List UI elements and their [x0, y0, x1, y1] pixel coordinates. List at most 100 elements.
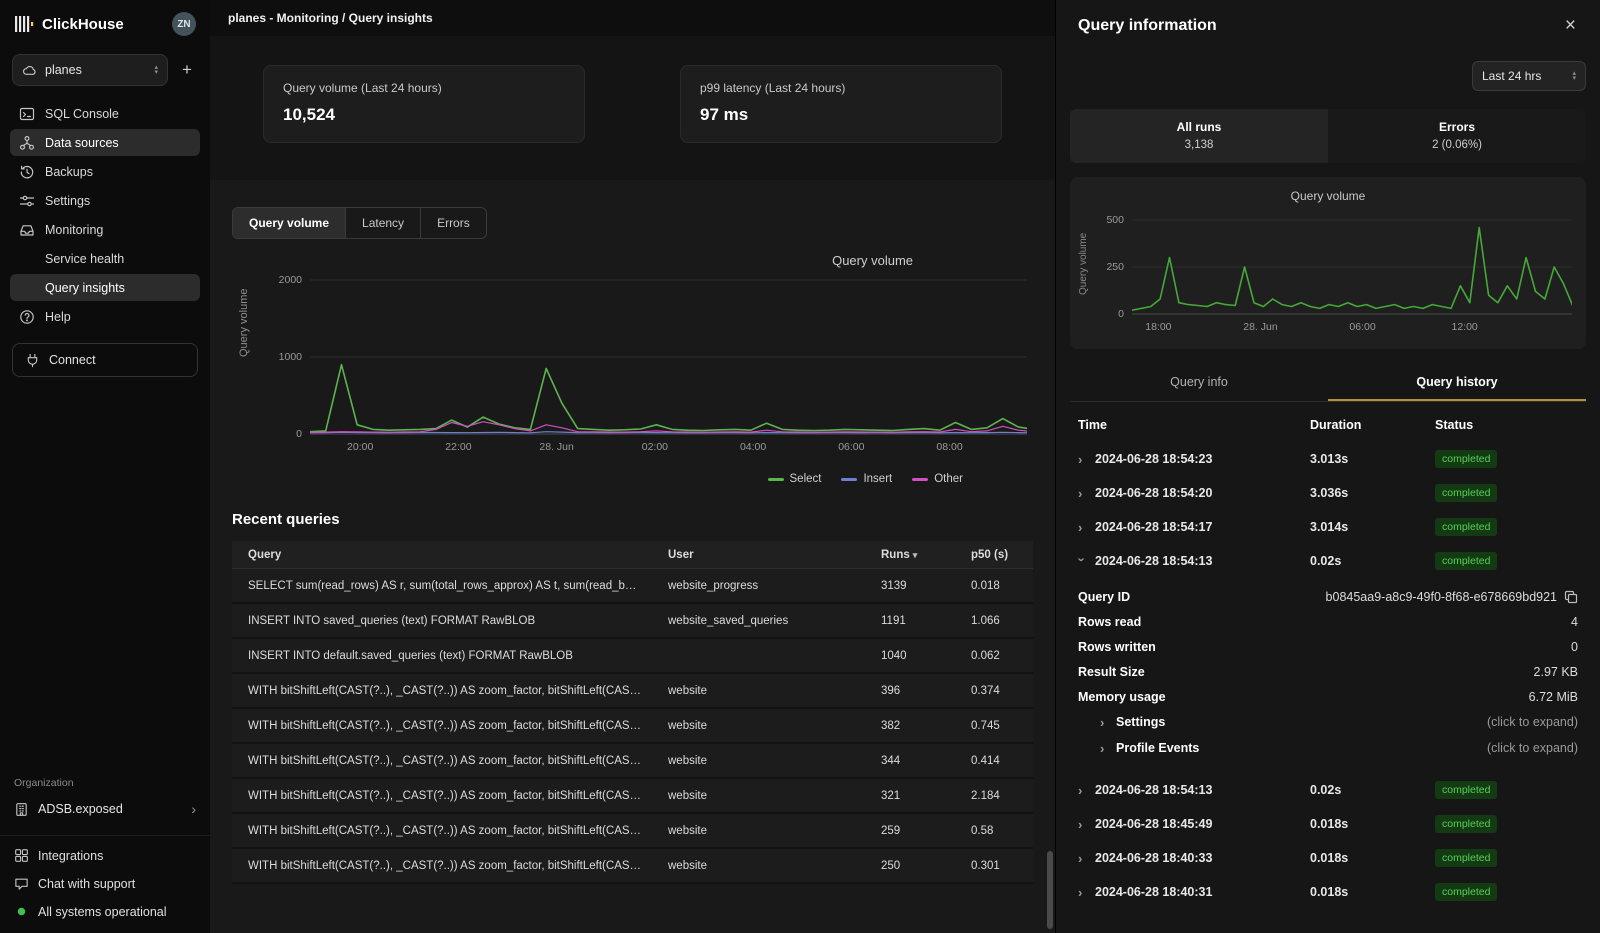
- history-header-row: Time Duration Status: [1070, 406, 1586, 442]
- nav-item-label: Query insights: [45, 281, 125, 295]
- nav-item-label: SQL Console: [45, 107, 119, 121]
- query-cell: WITH bitShiftLeft(CAST(?..), _CAST(?..))…: [232, 790, 652, 802]
- recent-query-row[interactable]: INSERT INTO saved_queries (text) FORMAT …: [232, 604, 1033, 639]
- detail-row-profile-events[interactable]: ›Profile Events (click to expand): [1078, 735, 1578, 761]
- query-cell: WITH bitShiftLeft(CAST(?..), _CAST(?..))…: [232, 685, 652, 697]
- recent-query-row[interactable]: INSERT INTO default.saved_queries (text)…: [232, 639, 1033, 674]
- main-content: planes - Monitoring / Query insights Que…: [210, 0, 1055, 933]
- organization-section: Organization ADSB.exposed ›: [0, 767, 210, 823]
- query-history-row[interactable]: ›2024-06-28 18:54:13 0.02s completed: [1070, 773, 1586, 807]
- tab-query-volume[interactable]: Query volume: [233, 208, 346, 238]
- scrollbar-thumb[interactable]: [1047, 851, 1053, 929]
- stat-label: Query volume (Last 24 hours): [283, 81, 565, 95]
- sidebar-item-data-sources[interactable]: Data sources: [10, 129, 200, 156]
- service-selector[interactable]: planes ▴▾: [12, 54, 168, 86]
- chevron-right-icon: ›: [1078, 817, 1086, 832]
- runs-cell: 250: [865, 860, 955, 872]
- connect-button[interactable]: Connect: [12, 343, 198, 377]
- sidebar-item-help[interactable]: Help: [10, 303, 200, 330]
- panel-header: Query information ×: [1070, 0, 1586, 43]
- column-p50: p50 (s): [955, 549, 1033, 561]
- nav-item-label: Settings: [45, 194, 90, 208]
- summary-tab-errors[interactable]: Errors 2 (0.06%): [1328, 109, 1586, 163]
- query-cell: WITH bitShiftLeft(CAST(?..), _CAST(?..))…: [232, 755, 652, 767]
- building-icon: [14, 802, 29, 817]
- query-volume-chart: Query volume Query volume 010002000 20:0…: [232, 245, 1033, 487]
- recent-query-row[interactable]: SELECT sum(read_rows) AS r, sum(total_ro…: [232, 569, 1033, 604]
- summary-tab-all-runs[interactable]: All runs 3,138: [1070, 109, 1328, 163]
- legend-swatch: [768, 478, 784, 481]
- chevron-right-icon: ›: [1078, 486, 1086, 501]
- run-time: 2024-06-28 18:40:33: [1095, 851, 1212, 865]
- recent-query-row[interactable]: WITH bitShiftLeft(CAST(?..), _CAST(?..))…: [232, 814, 1033, 849]
- organization-item[interactable]: ADSB.exposed ›: [14, 801, 196, 817]
- recent-query-row[interactable]: WITH bitShiftLeft(CAST(?..), _CAST(?..))…: [232, 849, 1033, 884]
- detail-value: (click to expand): [1487, 715, 1578, 729]
- detail-value: b0845aa9-a8c9-49f0-8f68-e678669bd921: [1326, 590, 1557, 604]
- mini-y-axis-label: Query volume: [1078, 233, 1089, 295]
- stat-value: 97 ms: [700, 105, 982, 125]
- user-cell: website: [652, 790, 865, 802]
- query-history-row[interactable]: ›2024-06-28 18:40:33 0.018s completed: [1070, 841, 1586, 875]
- detail-row-settings[interactable]: ›Settings (click to expand): [1078, 709, 1578, 735]
- tab-errors[interactable]: Errors: [421, 208, 486, 238]
- p50-cell: 1.066: [955, 615, 1033, 627]
- runs-cell: 1191: [865, 615, 955, 627]
- tab-query-history[interactable]: Query history: [1328, 364, 1586, 401]
- column-runs[interactable]: Runs▾: [865, 549, 955, 561]
- sidebar-item-settings[interactable]: Settings: [10, 187, 200, 214]
- query-history-row[interactable]: ›2024-06-28 18:54:23 3.013s completed: [1070, 442, 1586, 476]
- run-duration: 0.02s: [1310, 783, 1435, 797]
- run-time: 2024-06-28 18:54:13: [1095, 783, 1212, 797]
- recent-query-row[interactable]: WITH bitShiftLeft(CAST(?..), _CAST(?..))…: [232, 709, 1033, 744]
- copy-icon[interactable]: [1564, 590, 1578, 604]
- breadcrumb: planes - Monitoring / Query insights: [210, 0, 1055, 36]
- user-cell: website_progress: [652, 580, 865, 592]
- query-history-row[interactable]: ›2024-06-28 18:54:13 0.02s completed: [1070, 544, 1586, 578]
- run-time: 2024-06-28 18:54:13: [1095, 554, 1212, 568]
- recent-query-row[interactable]: WITH bitShiftLeft(CAST(?..), _CAST(?..))…: [232, 779, 1033, 814]
- summary-tabs: All runs 3,138 Errors 2 (0.06%): [1070, 109, 1586, 163]
- detail-value: 4: [1571, 615, 1578, 629]
- sidebar-item-monitoring[interactable]: Monitoring: [10, 216, 200, 243]
- user-cell: website: [652, 755, 865, 767]
- query-history-row[interactable]: ›2024-06-28 18:40:31 0.018s completed: [1070, 875, 1586, 909]
- detail-label: Query ID: [1078, 590, 1130, 604]
- sidebar-item-service-health[interactable]: Service health: [10, 245, 200, 272]
- footer-item-all-systems-operational[interactable]: All systems operational: [14, 904, 196, 919]
- legend-label: Insert: [863, 473, 892, 485]
- tab-latency[interactable]: Latency: [346, 208, 421, 238]
- run-time: 2024-06-28 18:54:17: [1095, 520, 1212, 534]
- user-avatar[interactable]: ZN: [172, 12, 196, 36]
- query-history-row[interactable]: ›2024-06-28 18:54:17 3.014s completed: [1070, 510, 1586, 544]
- chevron-right-icon: ›: [1078, 452, 1086, 467]
- sidebar-item-query-insights[interactable]: Query insights: [10, 274, 200, 301]
- legend-item-select[interactable]: Select: [768, 473, 822, 485]
- chart-title: Query volume: [832, 253, 913, 268]
- query-history-row[interactable]: ›2024-06-28 18:45:49 0.018s completed: [1070, 807, 1586, 841]
- status-badge: completed: [1435, 484, 1497, 502]
- close-icon[interactable]: ×: [1565, 16, 1576, 35]
- runs-cell: 3139: [865, 580, 955, 592]
- sidebar-item-sql-console[interactable]: SQL Console: [10, 100, 200, 127]
- tab-query-info[interactable]: Query info: [1070, 364, 1328, 401]
- sidebar-item-backups[interactable]: Backups: [10, 158, 200, 185]
- query-history-row[interactable]: ›2024-06-28 18:54:20 3.036s completed: [1070, 476, 1586, 510]
- settings-icon: [19, 193, 35, 209]
- stat-card-p99-latency-last-24-hours: p99 latency (Last 24 hours) 97 ms: [680, 65, 1002, 143]
- time-range-select[interactable]: Last 24 hrs ▴▾: [1472, 61, 1586, 91]
- footer-item-label: All systems operational: [38, 905, 167, 919]
- detail-row-query-id: Query ID b0845aa9-a8c9-49f0-8f68-e678669…: [1078, 584, 1578, 609]
- recent-query-row[interactable]: WITH bitShiftLeft(CAST(?..), _CAST(?..))…: [232, 674, 1033, 709]
- summary-tab-value: 3,138: [1070, 139, 1328, 151]
- run-duration: 0.018s: [1310, 851, 1435, 865]
- footer-item-integrations[interactable]: Integrations: [14, 848, 196, 863]
- column-query: Query: [232, 549, 652, 561]
- legend-item-other[interactable]: Other: [912, 473, 963, 485]
- status-dot-icon: [14, 904, 29, 919]
- legend-label: Select: [790, 473, 822, 485]
- footer-item-chat-with-support[interactable]: Chat with support: [14, 876, 196, 891]
- add-service-button[interactable]: +: [176, 60, 198, 80]
- recent-query-row[interactable]: WITH bitShiftLeft(CAST(?..), _CAST(?..))…: [232, 744, 1033, 779]
- legend-item-insert[interactable]: Insert: [841, 473, 892, 485]
